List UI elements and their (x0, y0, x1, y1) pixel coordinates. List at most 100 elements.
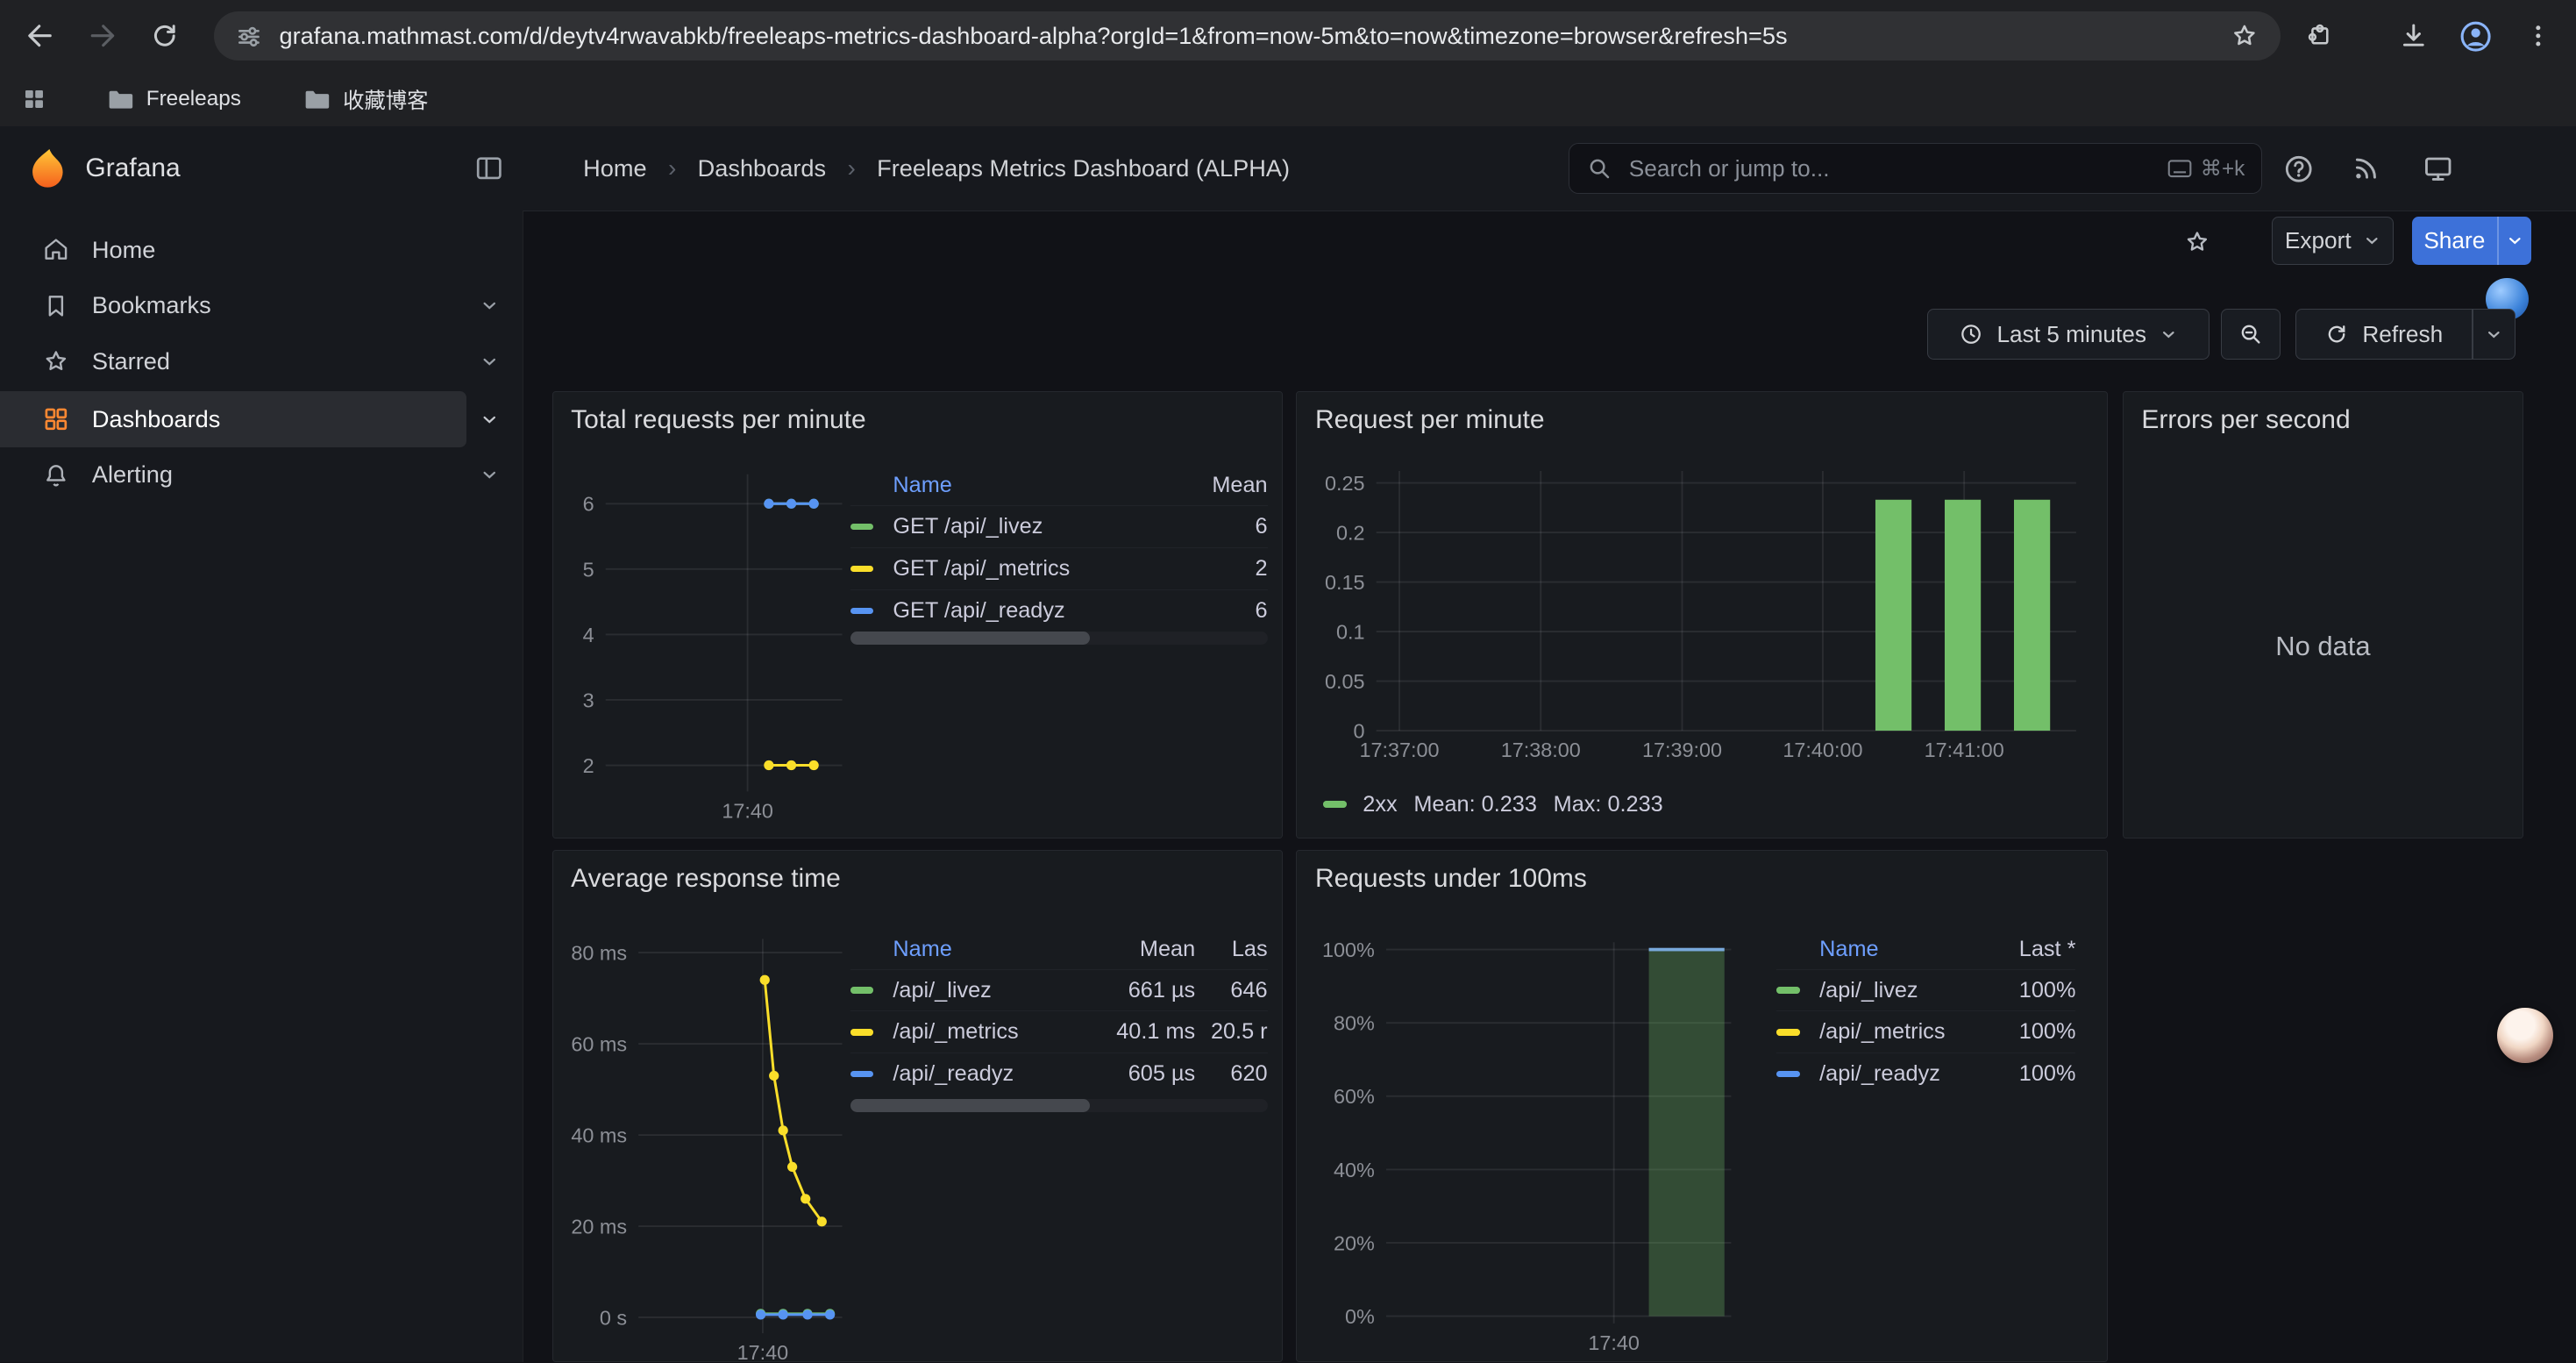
export-button[interactable]: Export (2272, 217, 2394, 264)
chevron-down-icon[interactable] (480, 465, 499, 484)
share-menu-button[interactable] (2499, 232, 2531, 250)
chevron-down-icon[interactable] (480, 296, 499, 315)
bookmarks-bar: Freeleaps 收藏博客 (0, 72, 2576, 126)
home-icon (41, 235, 71, 265)
zoom-out-button[interactable] (2221, 309, 2280, 360)
scrollbar-thumb[interactable] (850, 632, 1091, 645)
grafana-logo[interactable] (26, 146, 69, 189)
search-icon (1586, 155, 1612, 182)
breadcrumb-separator: › (847, 154, 855, 182)
legend-scrollbar (850, 632, 1268, 645)
svg-text:0 s: 0 s (600, 1307, 627, 1330)
site-controls-icon[interactable] (235, 23, 263, 51)
sidebar-item-home[interactable]: Home (0, 222, 466, 278)
sidebar: Home Bookmarks Starred Dashboards Alerti… (0, 211, 523, 1362)
search-box[interactable]: ⌘+k (1569, 143, 2262, 194)
folder-icon (303, 87, 331, 111)
time-range-picker[interactable]: Last 5 minutes (1927, 309, 2210, 360)
legend-row[interactable]: GET /api/_livez6 (850, 505, 1268, 547)
help-icon[interactable] (2282, 153, 2315, 185)
apps-icon (41, 404, 71, 434)
chevron-down-icon (2363, 232, 2381, 250)
chevron-down-icon[interactable] (480, 352, 499, 371)
breadcrumb-current[interactable]: Freeleaps Metrics Dashboard (ALPHA) (877, 154, 1290, 182)
panel-title[interactable]: Total requests per minute (571, 405, 866, 435)
legend-row[interactable]: /api/_livez100% (1776, 969, 2075, 1011)
chevron-down-icon (2160, 325, 2178, 344)
sidebar-item-starred[interactable]: Starred (0, 333, 466, 389)
scrollbar-thumb[interactable] (850, 1099, 1091, 1112)
chevron-down-icon[interactable] (480, 410, 499, 429)
svg-text:0.2: 0.2 (1336, 521, 1365, 544)
legend-row[interactable]: /api/_livez661 µs646 (850, 969, 1268, 1011)
series-color-swatch (850, 1029, 873, 1035)
dock-menu-icon[interactable] (473, 153, 505, 184)
reload-icon[interactable] (145, 17, 184, 56)
legend-table: NameMeanLas/api/_livez661 µs646/api/_met… (850, 930, 1268, 1095)
bookmark-folder-blog[interactable]: 收藏博客 (290, 80, 441, 119)
svg-text:100%: 100% (1322, 938, 1375, 961)
bar-chart[interactable]: 100%80%60%40%20%0%17:40 (1307, 919, 1783, 1362)
monitor-icon[interactable] (2422, 153, 2454, 185)
breadcrumb-home[interactable]: Home (583, 154, 646, 182)
legend-row[interactable]: GET /api/_metrics2 (850, 547, 1268, 589)
search-input[interactable] (1626, 153, 2154, 184)
refresh-interval-dropdown[interactable] (2473, 325, 2515, 344)
line-chart[interactable]: 6543217:40 (563, 458, 852, 838)
panel-errors-per-second: Errors per second No data (2123, 391, 2523, 838)
back-icon[interactable] (19, 17, 59, 56)
series-color-swatch (850, 524, 873, 530)
url-bar[interactable]: grafana.mathmast.com/d/deytv4rwavabkb/fr… (214, 11, 2281, 61)
svg-text:60%: 60% (1334, 1086, 1375, 1109)
breadcrumb-dashboards[interactable]: Dashboards (698, 154, 826, 182)
series-label: 2xx (1363, 792, 1397, 817)
svg-text:0.25: 0.25 (1325, 472, 1365, 495)
sidebar-item-alerting[interactable]: Alerting (0, 447, 466, 503)
legend-row[interactable]: /api/_readyz605 µs620 (850, 1053, 1268, 1095)
chevron-down-icon (2485, 325, 2503, 344)
svg-text:17:40: 17:40 (737, 1342, 788, 1363)
svg-text:17:40: 17:40 (1588, 1331, 1640, 1354)
svg-text:60 ms: 60 ms (571, 1033, 627, 1056)
rss-icon[interactable] (2351, 153, 2383, 185)
profile-icon[interactable] (2456, 17, 2495, 56)
download-icon[interactable] (2394, 17, 2433, 56)
favorite-star-icon[interactable] (2183, 228, 2211, 256)
legend-row[interactable]: /api/_metrics100% (1776, 1010, 2075, 1053)
sidebar-item-bookmarks[interactable]: Bookmarks (0, 278, 466, 334)
bar-chart[interactable]: 0.250.20.150.10.05017:37:0017:38:0017:39… (1307, 458, 2099, 789)
floating-chat-avatar[interactable] (2497, 1008, 2553, 1064)
legend-header: NameMeanLas (850, 930, 1268, 969)
svg-text:6: 6 (582, 493, 594, 516)
apps-grid-icon[interactable] (21, 86, 47, 112)
bookmark-folder-freeleaps[interactable]: Freeleaps (94, 80, 254, 119)
legend-inline[interactable]: 2xx Mean: 0.233 Max: 0.233 (1323, 787, 1662, 823)
legend-table: NameMeanGET /api/_livez6GET /api/_metric… (850, 466, 1268, 631)
panel-title[interactable]: Average response time (571, 864, 841, 894)
series-color-swatch (850, 566, 873, 572)
legend-row[interactable]: GET /api/_readyz6 (850, 589, 1268, 632)
legend-row[interactable]: /api/_readyz100% (1776, 1053, 2075, 1095)
line-chart[interactable]: 80 ms60 ms40 ms20 ms0 s17:40 (563, 919, 852, 1362)
sidebar-item-dashboards[interactable]: Dashboards (0, 391, 466, 447)
bookmark-icon (41, 291, 71, 321)
panel-title[interactable]: Requests under 100ms (1315, 864, 1587, 894)
keyboard-icon (2167, 159, 2192, 178)
legend-row[interactable]: /api/_metrics40.1 ms20.5 r (850, 1010, 1268, 1053)
panel-requests-under-100ms: Requests under 100ms 100%80%60%40%20%0%1… (1296, 850, 2108, 1363)
panel-title[interactable]: Request per minute (1315, 405, 1545, 435)
series-color-swatch (850, 608, 873, 614)
svg-text:17:38:00: 17:38:00 (1500, 739, 1580, 761)
svg-text:17:37:00: 17:37:00 (1359, 739, 1439, 761)
share-button[interactable]: Share (2412, 217, 2532, 264)
browser-menu-icon[interactable] (2518, 17, 2558, 56)
bookmark-label: 收藏博客 (343, 84, 428, 115)
refresh-button[interactable]: Refresh (2295, 309, 2516, 360)
series-color-swatch (1776, 1071, 1799, 1077)
bookmark-star-icon[interactable] (2230, 21, 2259, 51)
panel-title[interactable]: Errors per second (2141, 405, 2350, 435)
extensions-icon[interactable] (2300, 17, 2339, 56)
breadcrumb: Home › Dashboards › Freeleaps Metrics Da… (583, 126, 1290, 211)
svg-text:17:40:00: 17:40:00 (1783, 739, 1862, 761)
forward-icon[interactable] (84, 17, 124, 56)
